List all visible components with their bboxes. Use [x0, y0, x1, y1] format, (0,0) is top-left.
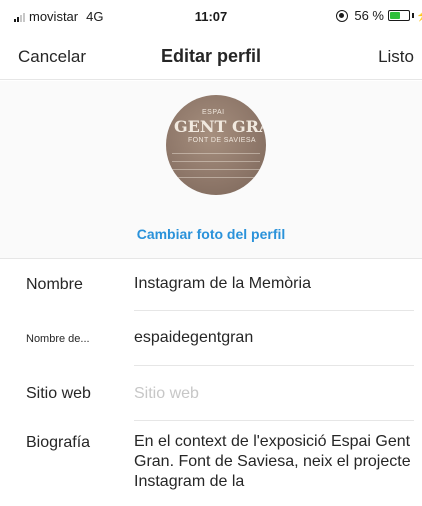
username-field[interactable]: espaidegentgran: [134, 329, 253, 347]
done-button[interactable]: Listo: [378, 47, 414, 67]
username-label: Nombre de...: [26, 333, 90, 345]
website-label: Sitio web: [26, 385, 91, 402]
avatar-scribble: [172, 153, 260, 154]
website-field[interactable]: Sitio web: [134, 385, 199, 403]
bio-field[interactable]: En el context de l'exposició Espai Gent …: [134, 432, 422, 492]
name-row: Nombre Instagram de la Memòria: [0, 259, 422, 311]
name-label: Nombre: [26, 276, 83, 293]
avatar-logo-text: FONT DE SAVIESA: [188, 137, 256, 144]
bio-label: Biografía: [26, 434, 91, 451]
battery-tip: [412, 13, 414, 18]
status-right: 56 % ⚡: [336, 8, 422, 23]
avatar-scribble: [172, 169, 260, 170]
charging-icon: ⚡: [416, 9, 422, 22]
avatar-scribble: [172, 177, 260, 178]
page-title: Editar perfil: [160, 46, 262, 66]
profile-photo-section: ESPAI GENT GRAN FONT DE SAVIESA Cambiar …: [0, 81, 422, 259]
battery-icon: [388, 10, 410, 21]
change-profile-photo-link[interactable]: Cambiar foto del perfil: [0, 226, 422, 242]
battery-percent: 56 %: [354, 8, 384, 23]
username-row: Nombre de... espaidegentgran: [0, 311, 422, 366]
battery-fill: [390, 12, 401, 19]
nav-bar: Cancelar Editar perfil Listo: [0, 34, 422, 80]
status-bar: movistar 4G 11:07 56 % ⚡: [0, 0, 422, 34]
profile-avatar[interactable]: ESPAI GENT GRAN FONT DE SAVIESA: [166, 95, 266, 195]
bio-row: Biografía En el context de l'exposició E…: [0, 421, 422, 506]
avatar-logo-text: ESPAI: [202, 109, 225, 116]
orientation-lock-icon: [336, 9, 349, 22]
name-field[interactable]: Instagram de la Memòria: [134, 275, 311, 293]
avatar-logo-text: GENT GRAN: [174, 117, 266, 136]
avatar-scribble: [172, 161, 260, 162]
website-row: Sitio web Sitio web: [0, 366, 422, 421]
